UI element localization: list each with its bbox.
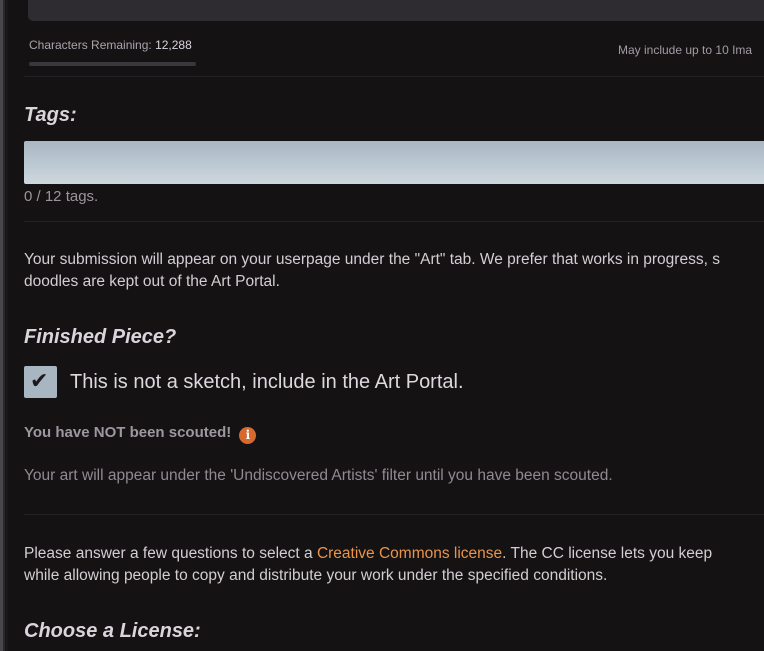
finished-piece-heading: Finished Piece? [24, 326, 177, 348]
divider [24, 514, 764, 515]
scout-note: Your art will appear under the 'Undiscov… [24, 467, 613, 484]
finished-piece-checkbox[interactable]: ✔ [24, 366, 57, 398]
scout-status-text: You have NOT been scouted! [24, 424, 232, 441]
tags-heading: Tags: [24, 104, 77, 126]
submission-info: Your submission will appear on your user… [24, 249, 720, 293]
characters-remaining-label: Characters Remaining: [29, 38, 152, 52]
creative-commons-link[interactable]: Creative Commons license [317, 545, 502, 562]
tags-input[interactable] [24, 141, 764, 184]
scout-status: You have NOT been scouted! i [24, 424, 257, 444]
art-submission-form: Characters Remaining: 12,288 May include… [8, 0, 764, 651]
description-textarea[interactable] [28, 0, 764, 21]
divider [24, 76, 764, 77]
characters-remaining-value: 12,288 [155, 38, 192, 52]
license-info: Please answer a few questions to select … [24, 543, 712, 587]
info-icon[interactable]: i [239, 427, 257, 444]
submission-info-line: doodles are kept out of the Art Portal. [24, 273, 280, 290]
license-intro-text: Please answer a few questions to select … [24, 545, 317, 562]
submission-info-line: Your submission will appear on your user… [24, 251, 720, 268]
characters-progress-bar [29, 62, 196, 66]
license-info-line: Please answer a few questions to select … [24, 543, 712, 565]
checkmark-icon: ✔ [30, 368, 49, 393]
divider [24, 221, 764, 222]
license-info-line: while allowing people to copy and distri… [24, 567, 608, 584]
characters-remaining: Characters Remaining: 12,288 [29, 38, 192, 52]
tags-count: 0 / 12 tags. [24, 188, 99, 205]
choose-license-heading: Choose a License: [24, 620, 201, 642]
finished-piece-checkbox-label[interactable]: This is not a sketch, include in the Art… [70, 371, 464, 394]
images-limit-note: May include up to 10 Ima [618, 43, 753, 57]
license-intro-text: . The CC license lets you keep [502, 545, 713, 562]
page-left-border [0, 0, 8, 651]
